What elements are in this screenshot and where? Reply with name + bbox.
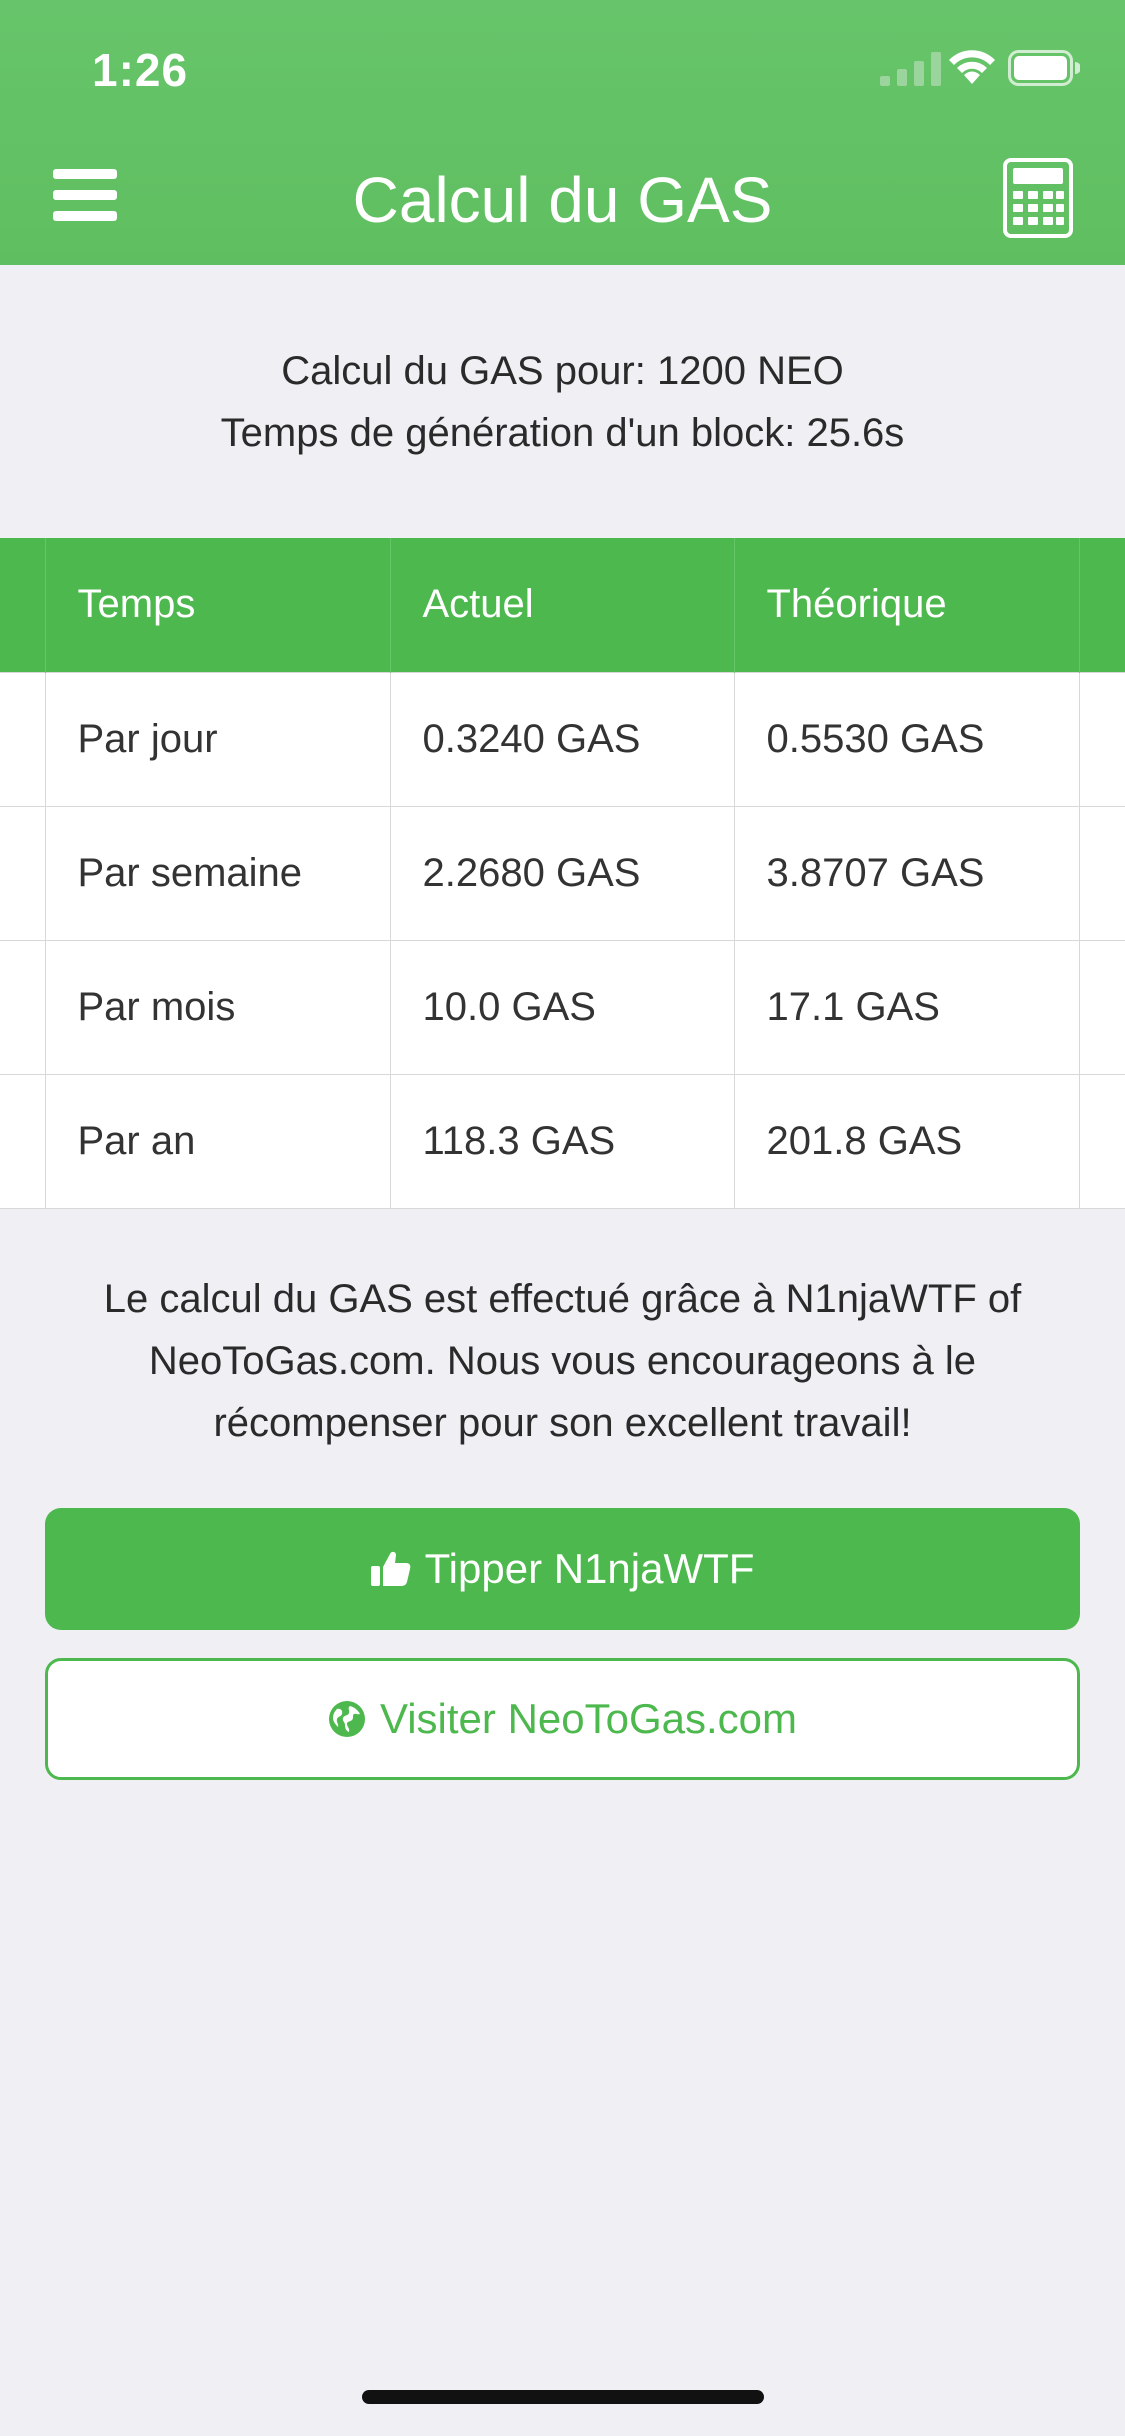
credit-line: récompenser pour son excellent travail! <box>213 1401 912 1445</box>
tip-button[interactable]: Tipper N1njaWTF <box>45 1508 1080 1630</box>
calculator-button[interactable] <box>990 150 1085 245</box>
table-cell-period: Par an <box>44 1073 390 1209</box>
table-cell-edge <box>0 1073 45 1209</box>
table-row: Par jour 0.3240 GAS 0.5530 GAS <box>0 671 1125 806</box>
table-row: Par an 118.3 GAS 201.8 GAS <box>0 1073 1125 1209</box>
neo-amount-text: Calcul du GAS pour: 1200 NEO <box>281 349 844 393</box>
column-header-temps: Temps <box>44 538 390 672</box>
credit-text: Le calcul du GAS est effectué grâce à N1… <box>30 1268 1095 1454</box>
table-cell-edge <box>0 671 45 806</box>
home-indicator[interactable] <box>362 2390 764 2404</box>
table-cell-period: Par jour <box>44 671 390 806</box>
credit-line: NeoToGas.com. Nous vous encourageons à l… <box>148 1339 977 1383</box>
table-header-row: Temps Actuel Théorique <box>0 538 1125 672</box>
table-cell-theoretical: 17.1 GAS <box>733 939 1079 1074</box>
calculation-info: Calcul du GAS pour: 1200 NEO Temps de gé… <box>0 340 1125 464</box>
app-header: 1:26 Calcul du GAS <box>0 0 1125 265</box>
table-cell-edge <box>1078 805 1125 940</box>
table-cell-actual: 10.0 GAS <box>389 939 734 1074</box>
table-cell-actual: 0.3240 GAS <box>389 671 734 806</box>
table-cell-theoretical: 0.5530 GAS <box>733 671 1079 806</box>
table-cell-edge <box>1078 1073 1125 1209</box>
page-title: Calcul du GAS <box>352 164 773 236</box>
table-row: Par mois 10.0 GAS 17.1 GAS <box>0 939 1125 1074</box>
visit-website-button[interactable]: Visiter NeoToGas.com <box>45 1658 1080 1780</box>
gas-table: Temps Actuel Théorique Par jour 0.3240 G… <box>0 538 1125 1209</box>
table-cell-period: Par mois <box>44 939 390 1074</box>
table-cell-edge <box>1078 671 1125 806</box>
table-cell-edge <box>0 939 45 1074</box>
column-header-actuel: Actuel <box>389 538 734 672</box>
thumbs-up-icon <box>370 1551 410 1586</box>
table-header-edge <box>0 538 45 672</box>
battery-icon <box>1008 50 1080 86</box>
tip-button-label: Tipper N1njaWTF <box>424 1545 755 1592</box>
globe-icon <box>328 1701 365 1737</box>
column-header-theorique: Théorique <box>733 538 1079 672</box>
table-cell-period: Par semaine <box>44 805 390 940</box>
table-cell-theoretical: 3.8707 GAS <box>733 805 1079 940</box>
cellular-signal-icon <box>880 52 941 86</box>
visit-button-label: Visiter NeoToGas.com <box>379 1695 798 1742</box>
calculator-icon <box>1002 157 1073 238</box>
table-cell-actual: 2.2680 GAS <box>389 805 734 940</box>
table-cell-edge <box>1078 939 1125 1074</box>
credit-line: Le calcul du GAS est effectué grâce à N1… <box>103 1277 1022 1321</box>
block-time-text: Temps de génération d'un block: 25.6s <box>220 411 905 455</box>
table-cell-edge <box>0 805 45 940</box>
status-bar-time: 1:26 <box>92 44 189 96</box>
wifi-icon <box>949 50 995 84</box>
table-cell-theoretical: 201.8 GAS <box>733 1073 1079 1209</box>
table-cell-actual: 118.3 GAS <box>389 1073 734 1209</box>
table-row: Par semaine 2.2680 GAS 3.8707 GAS <box>0 805 1125 940</box>
table-header-edge <box>1078 538 1125 672</box>
